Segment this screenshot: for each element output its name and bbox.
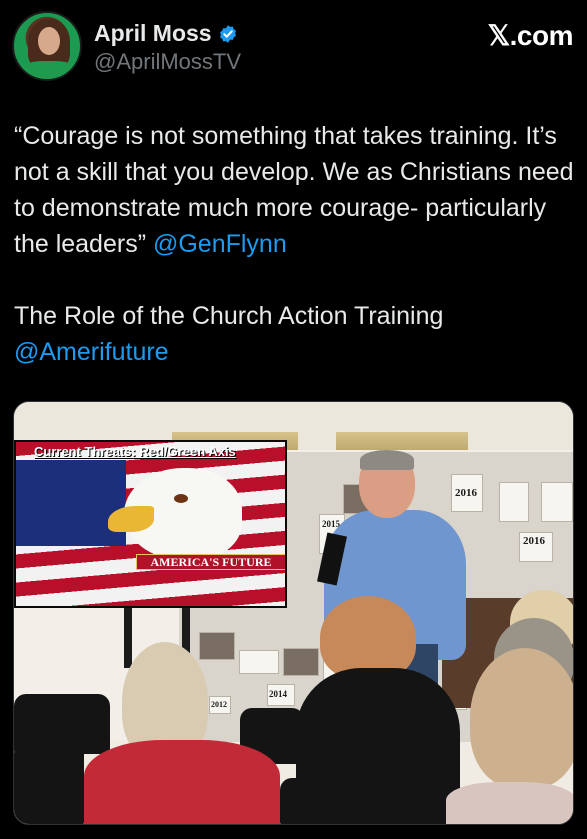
eagle-eye	[174, 494, 188, 503]
board-label: 2016	[523, 535, 545, 547]
audience-member-shirt	[446, 782, 573, 824]
verified-badge-icon	[219, 24, 236, 43]
board-photo	[499, 482, 529, 522]
tv-slide-title: Current Threats: Red/Green Axis	[34, 444, 236, 459]
tweet-second-paragraph: The Role of the Church Action Training @…	[14, 298, 574, 370]
board-photo	[283, 648, 319, 676]
board-label: 2012	[211, 700, 227, 709]
audience-member-sweater	[84, 740, 280, 824]
tv-stand-leg	[124, 608, 132, 668]
board-label: 2016	[455, 487, 477, 499]
tweet-header: April Moss @AprilMossTV 𝕏.com	[12, 11, 575, 81]
speaker-hair	[360, 450, 414, 470]
display-name[interactable]: April Moss	[94, 20, 212, 47]
board-photo	[199, 632, 235, 660]
board-label: 2014	[269, 689, 287, 699]
tv-screen: Current Threats: Red/Green Axis AMERICA'…	[14, 440, 287, 608]
board-card: 2012	[209, 696, 231, 714]
flag-canton	[16, 460, 126, 546]
eagle-beak	[108, 506, 154, 532]
mention-genflynn[interactable]: @GenFlynn	[153, 230, 287, 258]
avatar-dress	[18, 61, 80, 79]
x-logo-brand[interactable]: 𝕏.com	[488, 19, 574, 52]
board-photo	[239, 650, 279, 674]
audience-member-shirt	[296, 668, 460, 824]
mention-amerifuture[interactable]: @Amerifuture	[14, 338, 169, 366]
chair	[14, 742, 84, 824]
audience-member-head	[470, 648, 573, 788]
tv-slide-banner: AMERICA'S FUTURE	[136, 554, 285, 570]
tweet-text: “Courage is not something that takes tra…	[14, 118, 574, 370]
board-card: 2014	[267, 684, 295, 706]
tv-slide: Current Threats: Red/Green Axis AMERICA'…	[16, 442, 285, 606]
tweet-quote-paragraph: “Courage is not something that takes tra…	[14, 118, 574, 262]
tweet-photo[interactable]: 2016 2015 2016 2014 2016 2012	[13, 401, 574, 825]
user-handle[interactable]: @AprilMossTV	[94, 49, 241, 75]
board-card: 2016	[451, 474, 483, 512]
tweet-quote: “Courage is not something that takes tra…	[14, 122, 574, 258]
avatar-face	[38, 27, 60, 55]
name-row: April Moss	[94, 20, 238, 47]
tweet-line2: The Role of the Church Action Training	[14, 302, 444, 330]
board-photo	[541, 482, 573, 522]
board-card: 2016	[519, 532, 553, 562]
avatar[interactable]	[12, 11, 82, 81]
